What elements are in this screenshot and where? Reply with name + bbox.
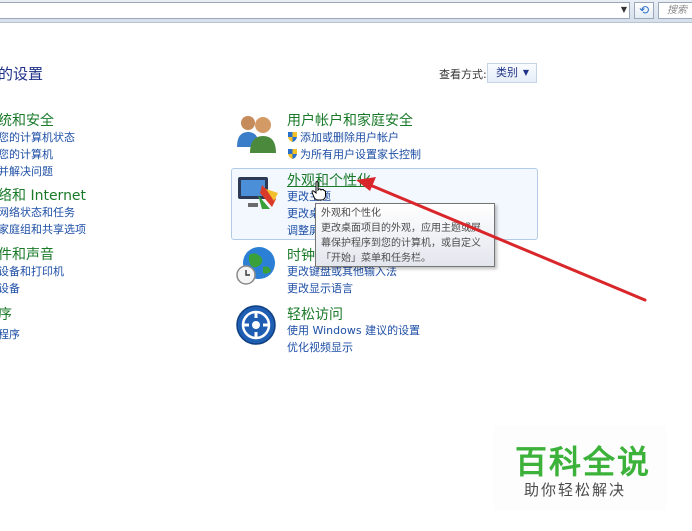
watermark-title: 百科全说 <box>515 443 652 481</box>
watermark-subtitle: 助你轻松解决 <box>524 481 627 499</box>
